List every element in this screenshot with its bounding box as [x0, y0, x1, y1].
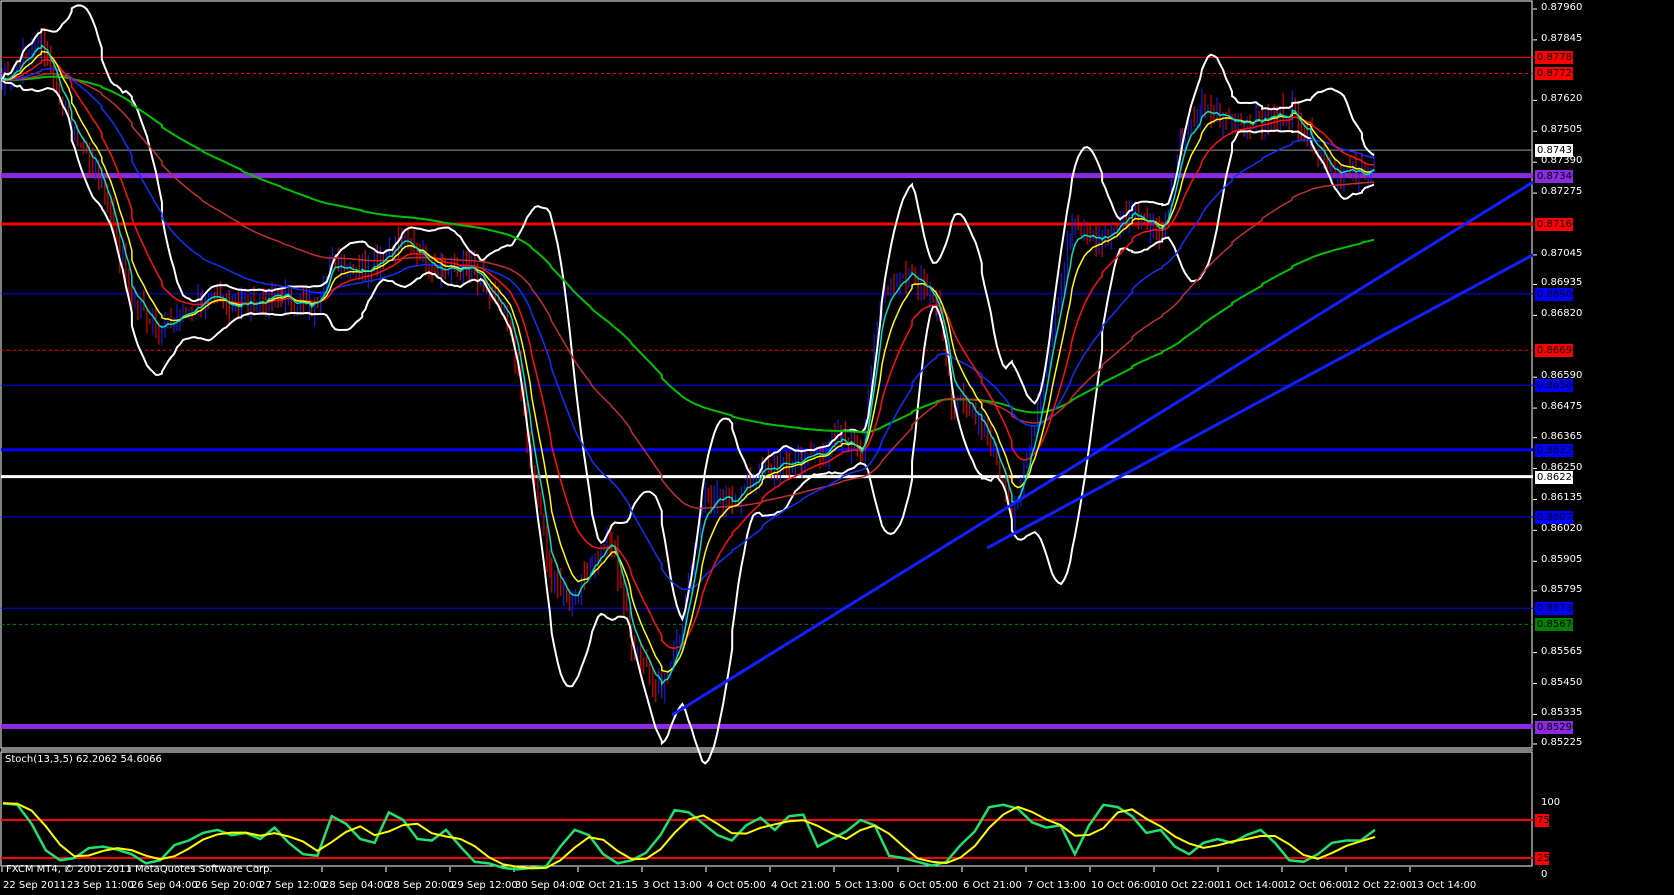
- ma-21: [1, 58, 1375, 650]
- stoch-scale-min: 0: [1541, 869, 1548, 880]
- stoch-pane-border: [0, 751, 1533, 867]
- price-tick: 0.87620: [1541, 93, 1583, 105]
- time-label: 2 Oct 21:15: [579, 880, 638, 891]
- price-tick: 0.85450: [1541, 676, 1583, 688]
- price-tick: 0.86020: [1541, 523, 1583, 535]
- stoch-level-label: 25: [1535, 852, 1549, 865]
- chart-frame: [0, 0, 1537, 872]
- ma-200: [1, 75, 1375, 434]
- time-label: 22 Sep 2011: [3, 880, 67, 891]
- price-tick: 0.86935: [1541, 277, 1583, 289]
- price-tick: 0.86365: [1541, 430, 1583, 442]
- price-level-label: 0.87780: [1535, 51, 1573, 65]
- price-tick: 0.85335: [1541, 707, 1583, 719]
- price-tick: 0.87505: [1541, 124, 1583, 136]
- time-label: 10 Oct 06:00: [1091, 880, 1157, 891]
- moving-averages: [1, 4, 1375, 765]
- price-tick: 0.85225: [1541, 737, 1583, 748]
- price-bars: [1, 27, 1375, 704]
- price-level-label: 0.85670: [1535, 618, 1573, 632]
- price-tick: 0.86475: [1541, 401, 1583, 413]
- time-label: 13 Oct 14:00: [1411, 880, 1477, 891]
- price-level-label: 0.86220: [1535, 470, 1573, 484]
- time-label: 12 Oct 06:00: [1283, 880, 1349, 891]
- price-tick: 0.86135: [1541, 492, 1583, 504]
- ma-50: [1, 67, 1375, 591]
- time-label: 4 Oct 05:00: [707, 880, 766, 891]
- stoch-main-line: [2, 802, 1376, 871]
- time-label: 26 Sep 20:00: [195, 880, 262, 891]
- time-label: 23 Sep 11:00: [67, 880, 134, 891]
- time-label: 6 Oct 05:00: [899, 880, 958, 891]
- price-tick: 0.87960: [1541, 2, 1583, 13]
- price-tick: 0.87045: [1541, 247, 1583, 259]
- time-label: 3 Oct 13:00: [643, 880, 702, 891]
- time-label: 6 Oct 21:00: [963, 880, 1022, 891]
- time-label: 4 Oct 21:00: [771, 880, 830, 891]
- price-tick: 0.85905: [1541, 554, 1583, 566]
- price-level-label: 0.86560: [1535, 379, 1573, 393]
- price-level-label: 0.85290: [1535, 720, 1573, 734]
- stoch-scale-max: 100: [1541, 797, 1561, 808]
- bollinger-lower: [1, 79, 1375, 765]
- price-level-label: 0.86320: [1535, 443, 1573, 457]
- price-level-label: 0.86070: [1535, 510, 1573, 524]
- price-level-label: 0.86900: [1535, 287, 1573, 301]
- time-label: 27 Sep 12:00: [259, 880, 326, 891]
- horizontal-levels: [1, 56, 1533, 730]
- bollinger-upper: [1, 4, 1375, 622]
- time-label: 26 Sep 04:00: [131, 880, 198, 891]
- time-label: 5 Oct 13:00: [835, 880, 894, 891]
- stoch-label: Stoch(13,3,5) 62.2062 54.6066: [5, 754, 162, 765]
- time-label: 12 Oct 22:00: [1347, 880, 1413, 891]
- time-label: 30 Sep 04:00: [515, 880, 582, 891]
- time-label: 29 Sep 12:00: [451, 880, 518, 891]
- price-level-label: 0.87720: [1535, 67, 1573, 81]
- time-label: 7 Oct 13:00: [1027, 880, 1086, 891]
- price-level-label: 0.85730: [1535, 602, 1573, 616]
- time-label: 28 Sep 04:00: [323, 880, 390, 891]
- stochastic-pane: [1, 802, 1533, 871]
- price-level-label: 0.87340: [1535, 169, 1573, 183]
- price-tick: 0.87275: [1541, 186, 1583, 198]
- price-tick: 0.87845: [1541, 32, 1583, 44]
- price-tick: 0.85795: [1541, 583, 1583, 595]
- stoch-level-label: 75: [1535, 814, 1549, 827]
- time-label: 28 Sep 20:00: [387, 880, 454, 891]
- price-chart: [0, 0, 1537, 872]
- price-tick: 0.86820: [1541, 308, 1583, 320]
- price-level-label: 0.86690: [1535, 344, 1573, 358]
- price-level-label: 0.87435: [1535, 144, 1573, 158]
- price-level-label: 0.87160: [1535, 217, 1573, 231]
- time-label: 10 Oct 22:00: [1155, 880, 1221, 891]
- footer-copyright: FXCM MT4, © 2001-2011 MetaQuotes Softwar…: [6, 864, 273, 875]
- main-pane-border: [0, 0, 1533, 749]
- time-label: 11 Oct 14:00: [1219, 880, 1285, 891]
- price-tick: 0.85565: [1541, 645, 1583, 657]
